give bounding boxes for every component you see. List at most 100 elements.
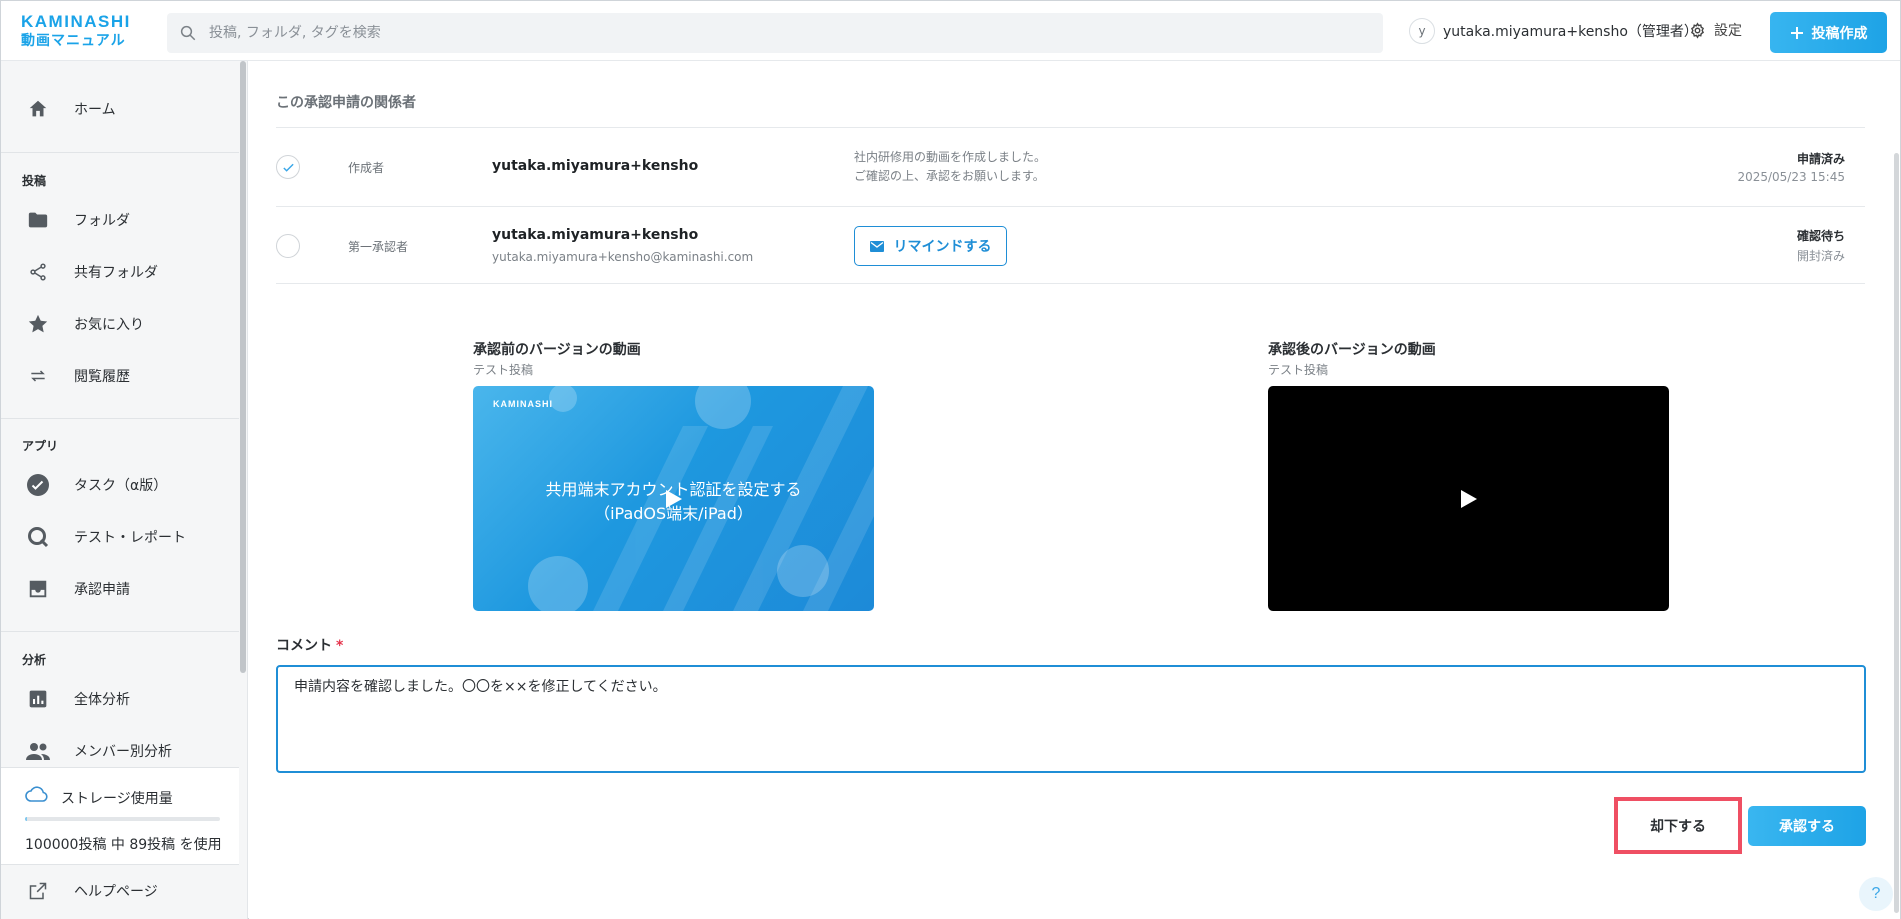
sidebar-item-home[interactable]: ホーム bbox=[1, 85, 239, 133]
home-icon bbox=[25, 96, 51, 122]
before-video-title: 承認前のバージョンの動画 bbox=[473, 342, 641, 358]
play-icon[interactable] bbox=[665, 489, 683, 509]
sidebar-divider bbox=[1, 418, 239, 419]
participant-row-approver: 第一承認者 yutaka.miyamura+kensho yutaka.miya… bbox=[276, 206, 1865, 284]
sidebar-item-favorites[interactable]: お気に入り bbox=[1, 300, 239, 348]
storage-progress-bar bbox=[25, 817, 220, 821]
remind-button[interactable]: リマインドする bbox=[854, 226, 1007, 266]
after-video-title: 承認後のバージョンの動画 bbox=[1268, 342, 1436, 358]
status-check bbox=[276, 155, 300, 179]
check-circle-icon bbox=[25, 472, 51, 498]
create-post-label: 投稿作成 bbox=[1811, 24, 1868, 41]
status-opened: 開封済み bbox=[1796, 249, 1845, 263]
sidebar-item-label: 共有フォルダ bbox=[74, 265, 158, 281]
sidebar-item-label: テスト・レポート bbox=[74, 530, 186, 546]
storage-text: 100000投稿 中 89投稿 を使用 bbox=[25, 837, 222, 853]
comment-label: コメント * bbox=[276, 635, 343, 655]
approve-button[interactable]: 承認する bbox=[1748, 806, 1866, 846]
sidebar-item-label: ヘルプページ bbox=[74, 884, 158, 900]
external-link-icon bbox=[25, 878, 51, 904]
sidebar-item-label: ホーム bbox=[74, 102, 116, 118]
settings-link[interactable]: 設定 bbox=[1689, 20, 1742, 40]
share-icon bbox=[25, 259, 51, 285]
settings-label: 設定 bbox=[1714, 23, 1742, 39]
user-menu[interactable]: y yutaka.miyamura+kensho（管理者） bbox=[1409, 18, 1698, 44]
after-video-player[interactable] bbox=[1268, 386, 1669, 611]
create-post-button[interactable]: 投稿作成 bbox=[1770, 12, 1887, 53]
help-button[interactable]: ? bbox=[1859, 877, 1893, 911]
inbox-icon bbox=[25, 576, 51, 602]
sidebar-item-shared-folder[interactable]: 共有フォルダ bbox=[1, 248, 239, 296]
search-input[interactable] bbox=[209, 13, 1359, 53]
section-title-analysis: 分析 bbox=[22, 653, 47, 667]
sidebar-item-label: 承認申請 bbox=[74, 582, 130, 598]
avatar: y bbox=[1409, 18, 1435, 44]
storage-usage-panel: ストレージ使用量 100000投稿 中 89投稿 を使用 bbox=[1, 767, 239, 865]
app-logo[interactable]: KAMINASHI 動画マニュアル bbox=[21, 13, 131, 48]
sidebar-item-approval[interactable]: 承認申請 bbox=[1, 565, 239, 613]
sidebar-item-task[interactable]: タスク（α版） bbox=[1, 461, 239, 509]
reject-button-highlight: 却下する bbox=[1614, 797, 1742, 854]
request-message: 社内研修用の動画を作成しました。 ご確認の上、承認をお願いします。 bbox=[854, 148, 1046, 186]
remind-label: リマインドする bbox=[893, 238, 992, 254]
before-video-subtitle: テスト投稿 bbox=[473, 363, 534, 377]
after-video-subtitle: テスト投稿 bbox=[1268, 363, 1329, 377]
sidebar-item-overall-analysis[interactable]: 全体分析 bbox=[1, 675, 239, 723]
sidebar-divider bbox=[1, 152, 239, 153]
status-check bbox=[276, 234, 300, 258]
message-line: ご確認の上、承認をお願いします。 bbox=[854, 169, 1045, 183]
repeat-icon bbox=[25, 363, 51, 389]
participant-name: yutaka.miyamura+kensho bbox=[492, 227, 699, 243]
sidebar-item-test-report[interactable]: テスト・レポート bbox=[1, 513, 239, 561]
sidebar-item-label: タスク（α版） bbox=[74, 478, 168, 494]
sidebar-item-label: メンバー別分析 bbox=[74, 744, 172, 760]
people-icon bbox=[25, 738, 51, 764]
folder-icon bbox=[25, 207, 51, 233]
user-name: yutaka.miyamura+kensho（管理者） bbox=[1443, 24, 1698, 40]
logo-brand: KAMINASHI bbox=[21, 12, 131, 31]
before-video-player[interactable]: KAMINASHI 共用端末アカウント認証を設定する （iPadOS端末/iPa… bbox=[473, 386, 874, 611]
sidebar-item-folder[interactable]: フォルダ bbox=[1, 196, 239, 244]
section-title-apps: アプリ bbox=[22, 439, 59, 453]
search-box bbox=[167, 13, 1383, 53]
sidebar-item-history[interactable]: 閲覧履歴 bbox=[1, 352, 239, 400]
star-icon bbox=[25, 311, 51, 337]
sidebar-item-help[interactable]: ヘルプページ bbox=[1, 867, 239, 915]
status-badge: 申請済み bbox=[1796, 152, 1845, 166]
message-line: 社内研修用の動画を作成しました。 bbox=[854, 150, 1047, 164]
required-mark: * bbox=[336, 638, 344, 654]
top-header: KAMINASHI 動画マニュアル y yutaka.miyamura+kens… bbox=[1, 1, 1900, 61]
plus-icon bbox=[1790, 26, 1803, 39]
sidebar-item-label: フォルダ bbox=[74, 213, 130, 229]
storage-progress-fill bbox=[25, 817, 27, 821]
sidebar-item-label: 閲覧履歴 bbox=[74, 369, 130, 385]
logo-product: 動画マニュアル bbox=[21, 33, 126, 49]
status-timestamp: 2025/05/23 15:45 bbox=[1737, 170, 1845, 184]
status-badge: 確認待ち bbox=[1796, 229, 1845, 243]
check-icon bbox=[282, 163, 294, 172]
role-label: 作成者 bbox=[348, 161, 385, 175]
sidebar: ホーム 投稿 フォルダ 共有フォルダ お気に入り 閲覧履歴 アプリ タスク（α版… bbox=[1, 61, 248, 919]
section-title: この承認申請の関係者 bbox=[276, 95, 416, 111]
cloud-icon bbox=[25, 786, 48, 802]
reject-button[interactable]: 却下する bbox=[1626, 807, 1730, 845]
comment-textarea[interactable] bbox=[276, 665, 1866, 773]
sidebar-divider bbox=[1, 631, 239, 632]
sidebar-item-label: お気に入り bbox=[74, 317, 144, 333]
section-title-posts: 投稿 bbox=[22, 174, 47, 188]
play-icon[interactable] bbox=[1460, 489, 1478, 509]
participant-email: yutaka.miyamura+kensho@kaminashi.com bbox=[492, 250, 754, 264]
role-label: 第一承認者 bbox=[348, 240, 409, 254]
participant-name: yutaka.miyamura+kensho bbox=[492, 158, 699, 174]
gear-icon bbox=[1691, 21, 1704, 39]
thumbnail-brand: KAMINASHI bbox=[493, 399, 553, 409]
bar-chart-icon bbox=[25, 686, 51, 712]
search-icon bbox=[180, 25, 196, 41]
sidebar-scrollbar[interactable] bbox=[240, 61, 246, 673]
storage-title: ストレージ使用量 bbox=[61, 791, 173, 807]
comment-label-text: コメント bbox=[276, 638, 332, 654]
quiz-icon bbox=[25, 524, 51, 550]
main-scrollbar[interactable] bbox=[1894, 153, 1899, 913]
sidebar-item-label: 全体分析 bbox=[74, 692, 130, 708]
mail-icon bbox=[869, 240, 884, 252]
